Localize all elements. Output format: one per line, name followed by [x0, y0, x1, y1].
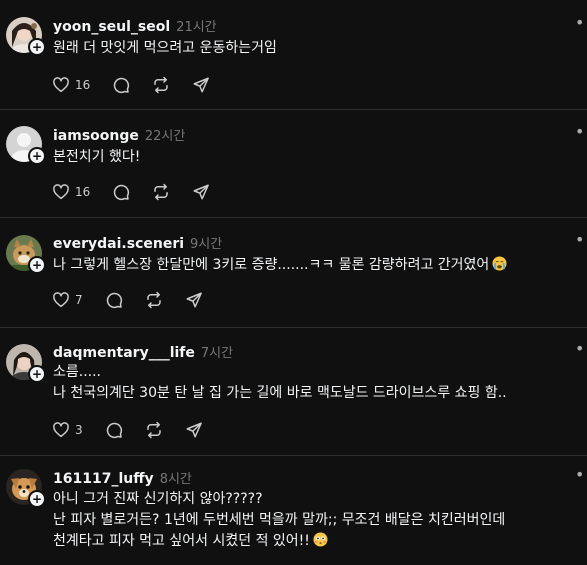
heart-icon [53, 184, 69, 200]
reply-button[interactable] [112, 76, 130, 94]
more-options-icon[interactable]: •• [575, 470, 587, 486]
username[interactable]: iamsoonge [53, 128, 139, 144]
post-header: daqmentary___life 7시간 [53, 342, 233, 362]
send-icon [193, 184, 210, 200]
timestamp[interactable]: 8시간 [160, 468, 192, 487]
post-text-line: 난 피자 별로거든? 1년에 두번세번 먹을까 말까;; 무조건 배달은 치킨러… [53, 512, 506, 528]
more-options-icon[interactable]: •• [575, 235, 587, 251]
post-header: 161117_luffy 8시간 [53, 468, 192, 488]
timestamp[interactable]: 9시간 [190, 233, 222, 252]
action-bar: 16 [52, 74, 232, 96]
like-button[interactable]: 7 [52, 291, 83, 309]
share-button[interactable] [192, 76, 210, 94]
repost-icon [154, 183, 169, 201]
repost-button[interactable] [152, 76, 170, 94]
thread-replies-feed: + yoon_seul_seol 21시간 •• 원래 더 맛잇게 먹으려고 운… [0, 0, 587, 565]
reply-post: + daqmentary___life 7시간 •• 소름..... 나 천국의… [0, 328, 587, 456]
more-options-icon[interactable]: •• [575, 18, 587, 34]
repost-button[interactable] [145, 421, 163, 439]
like-count: 7 [75, 293, 83, 307]
timestamp[interactable]: 7시간 [201, 342, 233, 361]
post-text-line: 나 그렇게 헬스장 한달만에 3키로 증량.......ㅋㅋ 물론 감량하려고 … [53, 255, 583, 276]
post-text: 본전치기 했다! [53, 147, 583, 168]
avatar[interactable]: + [6, 126, 46, 165]
follow-plus-icon[interactable]: + [28, 256, 46, 274]
reply-button[interactable] [112, 183, 130, 201]
send-icon [186, 422, 202, 438]
avatar[interactable]: + [6, 235, 46, 274]
reply-post: + yoon_seul_seol 21시간 •• 원래 더 맛잇게 먹으려고 운… [0, 0, 587, 110]
reply-button[interactable] [105, 421, 123, 439]
post-header: yoon_seul_seol 21시간 [53, 16, 217, 36]
heart-icon [53, 292, 69, 308]
post-text: 소름..... 나 천국의계단 30분 탄 날 집 가는 길에 바로 맥도날드 … [53, 362, 583, 404]
follow-plus-icon[interactable]: + [28, 38, 46, 56]
more-options-icon[interactable]: •• [575, 127, 587, 143]
like-button[interactable]: 16 [52, 183, 90, 201]
heart-icon [53, 77, 69, 93]
post-text-line: 소름..... [53, 364, 102, 380]
flushed-face-icon [313, 532, 328, 547]
repost-icon [146, 291, 161, 309]
username[interactable]: 161117_luffy [53, 471, 154, 487]
reply-post: + 161117_luffy 8시간 •• 아니 그거 진짜 신기하지 않아??… [0, 456, 587, 565]
more-options-icon[interactable]: •• [575, 344, 587, 360]
post-text: 나 그렇게 헬스장 한달만에 3키로 증량.......ㅋㅋ 물론 감량하려고 … [53, 255, 583, 276]
action-bar: 7 [52, 289, 225, 311]
username[interactable]: everydai.sceneri [53, 236, 184, 252]
timestamp[interactable]: 21시간 [176, 16, 216, 35]
repost-button[interactable] [152, 183, 170, 201]
repost-button[interactable] [145, 291, 163, 309]
post-header: iamsoonge 22시간 [53, 125, 185, 145]
action-bar: 16 [52, 181, 232, 203]
post-text-line: 원래 더 맛잇게 먹으려고 운동하는거임 [53, 40, 277, 56]
share-button[interactable] [192, 183, 210, 201]
comment-icon [106, 422, 122, 439]
like-count: 3 [75, 423, 83, 437]
share-button[interactable] [185, 421, 203, 439]
repost-icon [146, 421, 161, 439]
avatar[interactable]: + [6, 469, 46, 508]
post-text-content: 나 그렇게 헬스장 한달만에 3키로 증량.......ㅋㅋ 물론 감량하려고 … [53, 257, 490, 273]
comment-icon [114, 77, 130, 94]
post-text: 원래 더 맛잇게 먹으려고 운동하는거임 [53, 38, 583, 59]
comment-icon [114, 184, 130, 201]
heart-icon [53, 422, 69, 438]
like-button[interactable]: 3 [52, 421, 83, 439]
post-text-content: 천계타고 피자 먹고 싶어서 시켰던 적 있어!! [53, 533, 310, 549]
action-bar: 3 [52, 419, 225, 441]
follow-plus-icon[interactable]: + [28, 147, 46, 165]
post-text-line: 나 천국의계단 30분 탄 날 집 가는 길에 바로 맥도날드 드라이브스루 쇼… [53, 385, 507, 401]
send-icon [186, 292, 202, 308]
timestamp[interactable]: 22시간 [145, 125, 185, 144]
follow-plus-icon[interactable]: + [28, 365, 46, 383]
share-button[interactable] [185, 291, 203, 309]
reply-post: + everydai.sceneri 9시간 •• 나 그렇게 헬스장 한달만에… [0, 218, 587, 328]
follow-plus-icon[interactable]: + [28, 490, 46, 508]
post-text-line: 아니 그거 진짜 신기하지 않아????? [53, 491, 263, 507]
like-button[interactable]: 16 [52, 76, 90, 94]
username[interactable]: yoon_seul_seol [53, 19, 170, 35]
post-header: everydai.sceneri 9시간 [53, 233, 222, 253]
like-count: 16 [75, 185, 91, 199]
send-icon [193, 77, 210, 93]
avatar[interactable]: + [6, 344, 46, 383]
username[interactable]: daqmentary___life [53, 345, 195, 361]
comment-icon [106, 292, 122, 309]
post-text-line: 본전치기 했다! [53, 149, 141, 165]
avatar[interactable]: + [6, 17, 46, 56]
post-text-line: 천계타고 피자 먹고 싶어서 시켰던 적 있어!! [53, 531, 583, 552]
post-text: 아니 그거 진짜 신기하지 않아????? 난 피자 별로거든? 1년에 두번세… [53, 489, 583, 552]
like-count: 16 [75, 78, 91, 92]
crying-face-icon [492, 256, 507, 271]
reply-post: + iamsoonge 22시간 •• 본전치기 했다! 16 [0, 110, 587, 218]
reply-button[interactable] [105, 291, 123, 309]
repost-icon [154, 76, 169, 94]
